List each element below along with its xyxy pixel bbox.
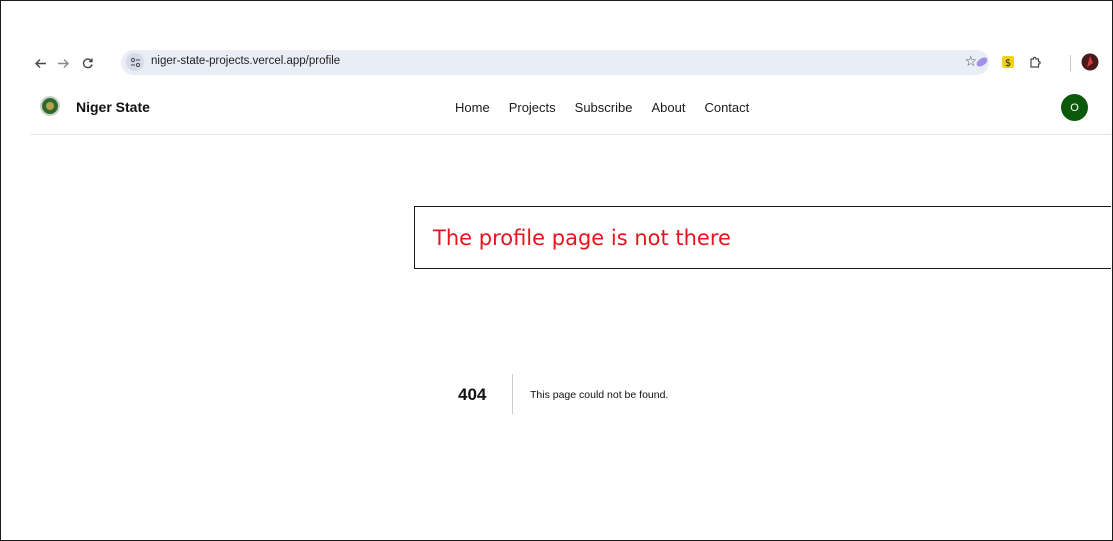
site-header: Niger State Home Projects Subscribe Abou… [30,82,1111,135]
error-code: 404 [458,385,487,404]
feather-extension-icon[interactable] [973,53,991,71]
nav-link-subscribe[interactable]: Subscribe [575,100,633,115]
puzzle-icon[interactable] [1026,53,1044,71]
error-message: This page could not be found. [530,389,669,401]
niger-state-logo[interactable] [40,96,60,116]
error-divider [512,374,513,414]
brand-title[interactable]: Niger State [76,99,150,115]
nav-link-projects[interactable]: Projects [509,100,556,115]
url-text[interactable]: niger-state-projects.vercel.app/profile [151,55,340,67]
toolbar-divider [1070,55,1071,71]
svg-text:$: $ [1005,58,1011,69]
nav-link-about[interactable]: About [651,100,685,115]
nav-link-home[interactable]: Home [455,100,490,115]
main-nav: Home Projects Subscribe About Contact [455,100,768,115]
reload-icon[interactable] [77,53,97,73]
tune-icon[interactable] [126,53,144,71]
arrow-right-icon[interactable] [53,53,73,73]
annotation-text: The profile page is not there [433,226,731,250]
logo-emblem [46,102,54,110]
profile-avatar-icon[interactable] [1081,53,1099,71]
address-bar[interactable]: niger-state-projects.vercel.app/profile … [121,50,989,75]
browser-toolbar: niger-state-projects.vercel.app/profile … [30,48,1111,78]
annotation-callout: The profile page is not there [414,206,1111,269]
nav-link-contact[interactable]: Contact [704,100,749,115]
arrow-left-icon[interactable] [30,53,50,73]
yellow-extension-icon[interactable]: $ [999,53,1017,71]
user-avatar[interactable]: O [1061,94,1088,121]
